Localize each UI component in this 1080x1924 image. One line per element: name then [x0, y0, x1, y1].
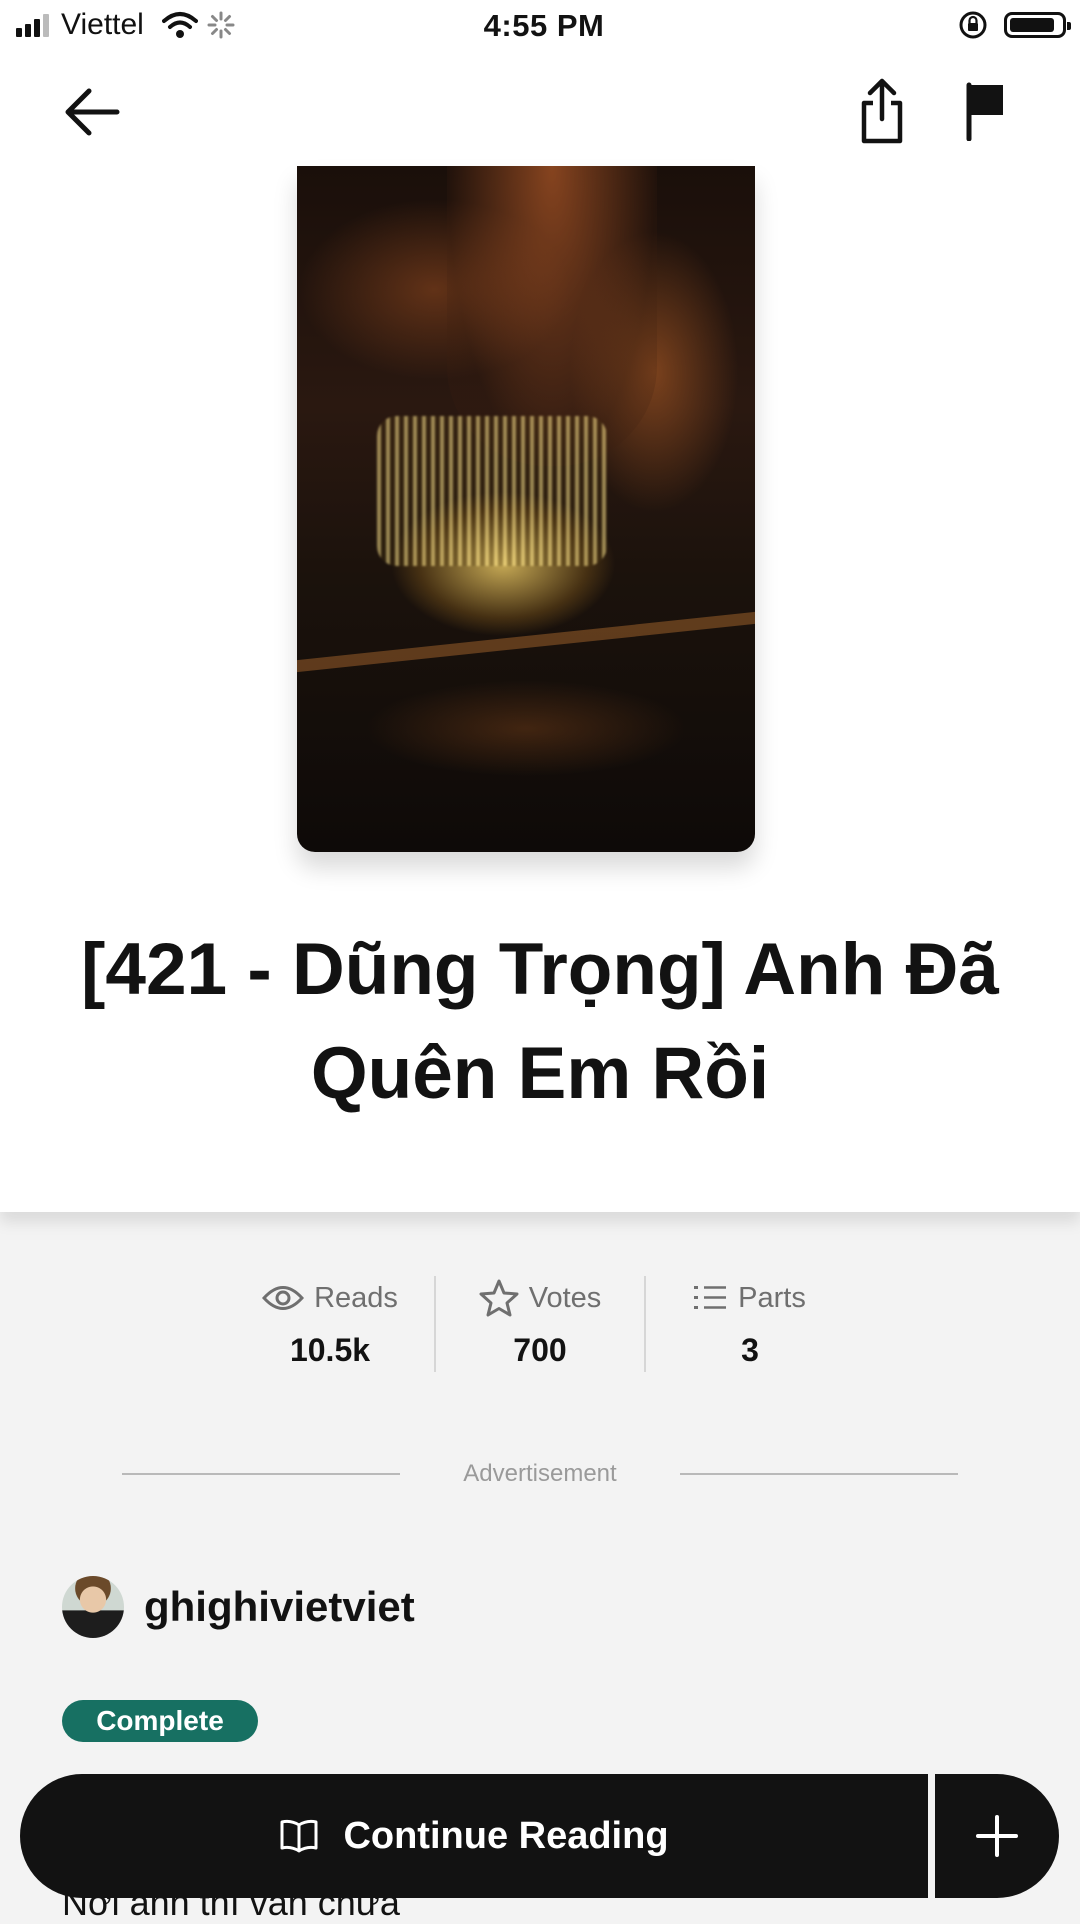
story-stats: Reads 10.5k Votes 700 Parts 3	[226, 1276, 854, 1372]
book-open-icon	[280, 1819, 318, 1853]
arrow-left-icon	[65, 88, 120, 136]
list-icon	[694, 1286, 727, 1309]
battery-icon	[1004, 12, 1071, 38]
share-button[interactable]	[852, 74, 912, 148]
story-cover-image	[297, 166, 755, 852]
flag-icon	[966, 82, 1003, 141]
reads-stat: Reads 10.5k	[226, 1276, 434, 1372]
share-icon	[861, 78, 903, 144]
orientation-lock-icon	[959, 11, 987, 39]
status-badge: Complete	[62, 1700, 258, 1742]
clock: 4:55 PM	[483, 8, 605, 43]
continue-reading-label: Continue Reading	[343, 1814, 669, 1857]
add-to-library-button[interactable]	[935, 1774, 1059, 1898]
reads-label: Reads	[314, 1281, 398, 1314]
back-button[interactable]	[60, 80, 124, 144]
continue-reading-button[interactable]: Continue Reading	[20, 1774, 928, 1898]
votes-stat: Votes 700	[434, 1276, 644, 1372]
star-icon	[479, 1279, 519, 1317]
divider-line	[680, 1473, 958, 1475]
eye-icon	[262, 1286, 305, 1310]
author-link[interactable]: ghighivietviet	[62, 1576, 415, 1638]
parts-value: 3	[741, 1332, 759, 1368]
avatar	[62, 1576, 124, 1638]
status-bar: Viettel 4:55 PM	[0, 0, 1080, 54]
story-title: [421 - Dũng Trọng] Anh Đã Quên Em Rồi	[81, 929, 999, 1114]
report-button[interactable]	[960, 78, 1010, 144]
votes-label: Votes	[528, 1281, 602, 1314]
parts-stat: Parts 3	[644, 1276, 854, 1372]
author-name: ghighivietviet	[144, 1583, 415, 1630]
reads-value: 10.5k	[289, 1332, 371, 1368]
advertisement-divider: Advertisement	[122, 1460, 958, 1490]
parts-label: Parts	[738, 1281, 806, 1314]
plus-icon	[976, 1815, 1018, 1857]
votes-value: 700	[513, 1332, 567, 1368]
